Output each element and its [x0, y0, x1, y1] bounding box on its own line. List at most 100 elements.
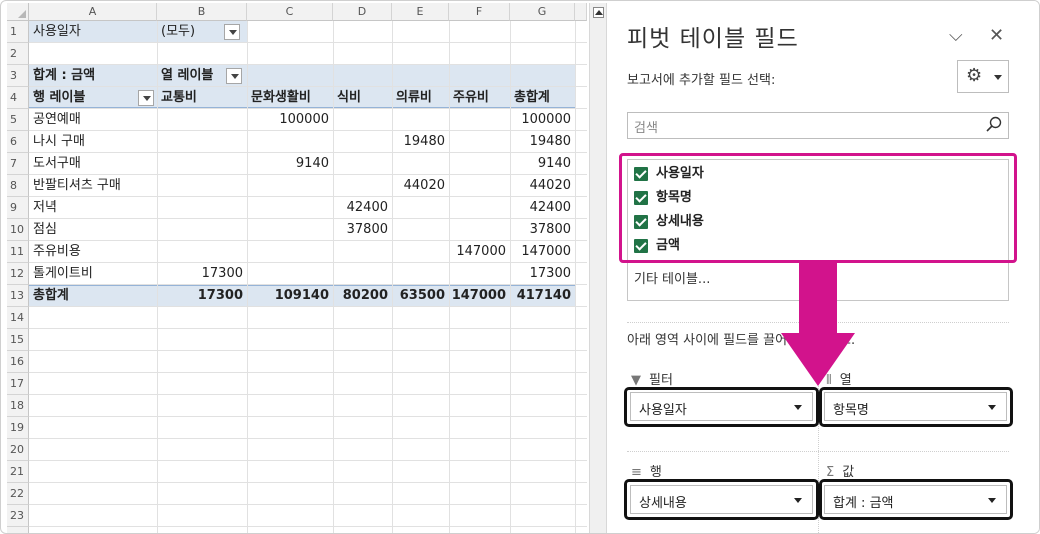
value-cell: 9140 [537, 156, 571, 171]
row-header[interactable]: 22 [7, 483, 29, 505]
grand-total-cell: 147000 [451, 288, 506, 303]
field-search-input[interactable]: 검색 [627, 112, 1009, 139]
grid-row-line [29, 329, 587, 351]
value-cell: 19480 [529, 134, 571, 149]
col-header-cell: 문화생활비 [251, 90, 311, 105]
choose-fields-label: 보고서에 추가할 필드 선택: [627, 73, 776, 88]
value-cell [247, 197, 333, 219]
row-header[interactable]: 4 [7, 87, 29, 109]
filter-value: (모두) [161, 24, 196, 39]
area-divider [627, 451, 1009, 452]
row-labels-dropdown-button[interactable] [138, 90, 154, 106]
row-header[interactable]: 12 [7, 263, 29, 285]
value-cell: 17300 [529, 266, 571, 281]
row-header[interactable]: 9 [7, 197, 29, 219]
value-cell [247, 241, 333, 263]
column-header-d[interactable]: D [333, 3, 392, 21]
row-header[interactable]: 17 [7, 373, 29, 395]
column-labels-dropdown-button[interactable] [226, 68, 242, 84]
row-header[interactable]: 15 [7, 329, 29, 351]
row-header[interactable]: 8 [7, 175, 29, 197]
more-tables-link[interactable]: 기타 테이블... [634, 268, 710, 287]
row-header[interactable]: 18 [7, 395, 29, 417]
grand-total-cell: 63500 [399, 288, 445, 303]
value-cell [333, 263, 392, 285]
column-header-c[interactable]: C [247, 3, 333, 21]
filter-dropdown-button[interactable] [224, 24, 240, 40]
row-header[interactable]: 21 [7, 461, 29, 483]
row-header[interactable]: 23 [7, 505, 29, 527]
grid-row-line [29, 351, 587, 373]
value-cell [392, 197, 449, 219]
column-header-f[interactable]: F [449, 3, 510, 21]
row-header[interactable]: 5 [7, 109, 29, 131]
value-cell [392, 241, 449, 263]
column-header-g[interactable]: G [510, 3, 575, 21]
row-header[interactable]: 7 [7, 153, 29, 175]
row-header[interactable]: 14 [7, 307, 29, 329]
value-cell [247, 219, 333, 241]
column-header-b[interactable]: B [157, 3, 247, 21]
col-header-cell: 의류비 [396, 90, 432, 105]
value-cell: 44020 [403, 178, 445, 193]
value-cell [247, 263, 333, 285]
row-header[interactable]: 24 [7, 527, 29, 533]
col-header-cell: 총합계 [514, 90, 550, 105]
columns-highlight-ring [819, 387, 1013, 427]
value-cell [157, 219, 247, 241]
column-header-e[interactable]: E [392, 3, 449, 21]
value-cell [157, 241, 247, 263]
value-cell [247, 175, 333, 197]
grid-row-line [29, 483, 587, 505]
pivot-table-fields-pane: 피벗 테이블 필드 ⌵ ✕ 보고서에 추가할 필드 선택: ⚙ 검색 사용일자 … [611, 1, 1039, 533]
row-header[interactable]: 20 [7, 439, 29, 461]
row-label-cell: 주유비용 [33, 244, 81, 259]
value-cell [333, 153, 392, 175]
scroll-up-arrow-icon[interactable] [593, 7, 604, 18]
down-arrow-annotation-icon [781, 261, 855, 386]
vertical-scrollbar[interactable] [589, 3, 607, 533]
col-header-cell: 주유비 [453, 90, 489, 105]
grid-row-line [29, 505, 587, 527]
filter-icon: ▼ [631, 373, 641, 388]
search-icon[interactable] [986, 116, 1002, 132]
tools-gear-button[interactable]: ⚙ [957, 60, 1009, 93]
select-all-corner[interactable] [7, 3, 29, 21]
value-cell [449, 263, 510, 285]
row-header[interactable]: 13 [7, 285, 29, 307]
grid-row-line [29, 43, 587, 65]
value-cell: 147000 [521, 244, 571, 259]
pane-title: 피벗 테이블 필드 [627, 26, 799, 52]
area-title: 행 [649, 465, 662, 480]
row-header[interactable]: 3 [7, 65, 29, 87]
row-label-cell: 반팔티셔츠 구매 [33, 178, 121, 193]
grid-row-line [29, 439, 587, 461]
row-header[interactable]: 6 [7, 131, 29, 153]
row-header[interactable]: 11 [7, 241, 29, 263]
filters-highlight-ring [624, 387, 819, 427]
column-header-h[interactable] [575, 3, 587, 21]
filter-field-label: 사용일자 [33, 24, 81, 39]
row-header[interactable]: 2 [7, 43, 29, 65]
value-cell: 100000 [521, 112, 571, 127]
value-cell [449, 153, 510, 175]
row-label-cell: 저녁 [33, 200, 57, 215]
close-icon[interactable]: ✕ [989, 25, 1004, 46]
row-header[interactable]: 19 [7, 417, 29, 439]
column-labels-caption: 열 레이블 [161, 68, 214, 83]
row-header[interactable]: 16 [7, 351, 29, 373]
rows-highlight-ring [624, 479, 819, 520]
grand-total-cell: 17300 [197, 288, 243, 303]
column-header-a[interactable]: A [29, 3, 157, 21]
row-header[interactable]: 1 [7, 21, 29, 43]
screenshot-frame: A B C D E F G 1 2 3 4 5 6 7 8 9 10 11 12 13 14 15 16 17 1… [0, 0, 1040, 534]
col-header-cell: 교통비 [161, 90, 197, 105]
value-cell [449, 197, 510, 219]
pane-options-chevron-icon[interactable]: ⌵ [949, 25, 963, 46]
row-header[interactable]: 10 [7, 219, 29, 241]
row-label-cell: 톨게이트비 [33, 266, 93, 281]
value-cell [333, 175, 392, 197]
spreadsheet-grid[interactable]: A B C D E F G 1 2 3 4 5 6 7 8 9 10 11 12 13 14 15 16 17 1… [7, 3, 587, 533]
grid-row-line [29, 21, 587, 43]
fields-highlight-box [619, 153, 1017, 263]
